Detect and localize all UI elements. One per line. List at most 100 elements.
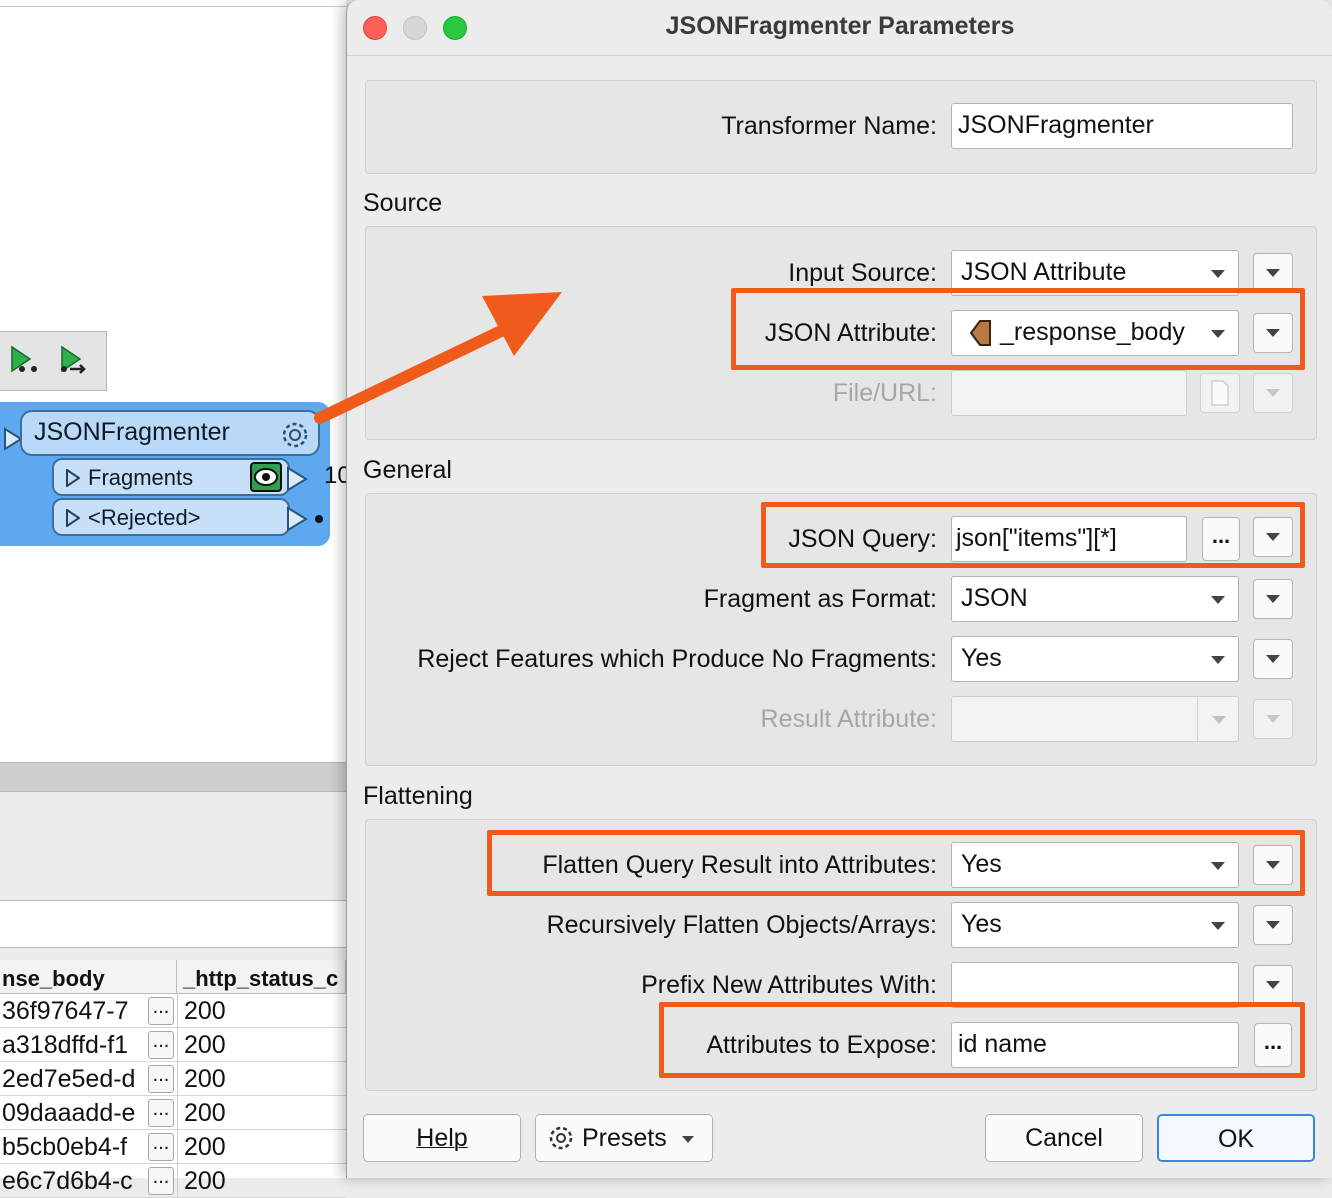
table-row[interactable]: a318dffd-f1 ... 200 — [0, 1028, 346, 1062]
prefix-label: Prefix New Attributes With: — [641, 971, 937, 999]
presets-label: Presets — [582, 1124, 667, 1152]
input-source-menu-button[interactable] — [1253, 253, 1293, 293]
chevron-down-icon — [1266, 981, 1280, 989]
output-port-rejected[interactable]: <Rejected> — [52, 498, 290, 536]
flatten-query-select[interactable]: Yes — [951, 842, 1239, 888]
prefix-input[interactable] — [951, 962, 1239, 1008]
jsonfragmenter-transformer[interactable]: JSONFragmenter Fragments <Rejected> — [0, 402, 330, 546]
reject-features-label: Reject Features which Produce No Fragmen… — [417, 645, 937, 673]
chevron-down-icon — [1266, 595, 1280, 603]
table-row[interactable]: b5cb0eb4-f ... 200 — [0, 1130, 346, 1164]
transformer-header[interactable]: JSONFragmenter — [20, 410, 320, 456]
parameters-dialog: JSONFragmenter Parameters Transformer Na… — [346, 0, 1332, 1178]
attribute-icon — [970, 320, 991, 346]
cell-ellipsis-button[interactable]: ... — [148, 1065, 174, 1093]
chevron-down-icon — [1266, 655, 1280, 663]
ok-button[interactable]: OK — [1157, 1114, 1315, 1162]
column-header[interactable]: nse_body — [0, 960, 177, 994]
section-title-source: Source — [363, 189, 443, 217]
expose-attributes-input[interactable]: id name — [951, 1022, 1239, 1068]
cancel-button[interactable]: Cancel — [985, 1114, 1143, 1162]
chevron-down-icon — [1266, 329, 1280, 337]
file-url-label: File/URL: — [832, 379, 937, 407]
cell-ellipsis-button[interactable]: ... — [148, 1031, 174, 1059]
json-attribute-select[interactable]: _response_body — [951, 310, 1239, 356]
dialog-titlebar[interactable]: JSONFragmenter Parameters — [347, 0, 1332, 56]
status-cell: 200 — [184, 1133, 226, 1161]
fragment-format-label: Fragment as Format: — [703, 585, 937, 613]
expand-triangle-icon[interactable] — [66, 469, 80, 487]
json-attribute-value: _response_body — [1000, 318, 1185, 346]
document-icon — [1211, 380, 1229, 406]
pane-splitter[interactable] — [0, 762, 346, 792]
table-row[interactable]: 2ed7e5ed-d ... 200 — [0, 1062, 346, 1096]
input-source-select[interactable]: JSON Attribute — [951, 250, 1239, 296]
fragment-format-select[interactable]: JSON — [951, 576, 1239, 622]
file-url-menu-button — [1253, 373, 1293, 413]
chevron-down-icon — [1211, 862, 1225, 870]
gear-icon[interactable] — [278, 418, 312, 452]
json-query-label: JSON Query: — [788, 525, 937, 553]
chevron-down-icon — [1211, 656, 1225, 664]
workspace-canvas[interactable]: JSONFragmenter Fragments <Rejected> 10 — [0, 0, 351, 762]
column-separator — [177, 1096, 178, 1130]
result-attribute-label: Result Attribute: — [760, 705, 937, 733]
json-query-menu-button[interactable] — [1253, 517, 1293, 557]
cell-ellipsis-button[interactable]: ... — [148, 1099, 174, 1127]
chevron-down-icon — [1266, 533, 1280, 541]
column-header[interactable]: _http_status_c — [177, 960, 346, 994]
run-to-this-icon[interactable] — [8, 344, 42, 378]
run-from-this-icon[interactable] — [56, 344, 90, 378]
help-button[interactable]: Help — [363, 1114, 521, 1162]
dialog-title: JSONFragmenter Parameters — [665, 12, 1015, 40]
recursive-flatten-select[interactable]: Yes — [951, 902, 1239, 948]
fragment-format-value: JSON — [961, 584, 1028, 612]
transformer-name: JSONFragmenter — [34, 418, 230, 446]
json-query-editor-button[interactable]: ... — [1202, 517, 1240, 561]
file-url-input — [951, 370, 1187, 416]
column-separator — [177, 994, 178, 1028]
cell-ellipsis-button[interactable]: ... — [148, 997, 174, 1025]
canvas-divider — [0, 6, 346, 7]
reject-features-value: Yes — [961, 644, 1002, 672]
table-row[interactable]: 09daaadd-e ... 200 — [0, 1096, 346, 1130]
input-source-label: Input Source: — [788, 259, 937, 287]
cell-ellipsis-button[interactable]: ... — [148, 1133, 174, 1161]
json-attribute-label: JSON Attribute: — [764, 319, 937, 347]
cell-ellipsis-button[interactable]: ... — [148, 1167, 174, 1195]
chevron-down-icon — [1212, 716, 1226, 724]
status-cell: 200 — [184, 1167, 226, 1195]
expose-attributes-editor-button[interactable]: ... — [1254, 1023, 1292, 1067]
table-row[interactable]: 36f97647-7 ... 200 — [0, 994, 346, 1028]
presets-button[interactable]: Presets — [535, 1114, 713, 1162]
status-cell: 200 — [184, 997, 226, 1025]
body-cell: 09daaadd-e — [2, 1099, 136, 1127]
table-row[interactable]: e6c7d6b4-c ... 200 — [0, 1164, 346, 1198]
lower-pane — [0, 792, 346, 900]
chevron-down-icon — [1211, 330, 1225, 338]
result-attribute-menu-button — [1253, 699, 1293, 739]
json-query-input[interactable]: json["items"][*] — [951, 516, 1187, 562]
output-connector-icon — [287, 506, 323, 532]
feature-inspect-icon[interactable] — [250, 462, 282, 492]
fragment-format-menu-button[interactable] — [1253, 579, 1293, 619]
status-cell: 200 — [184, 1099, 226, 1127]
transformer-name-input[interactable]: JSONFragmenter — [951, 103, 1293, 149]
chevron-down-icon — [682, 1136, 694, 1143]
port-label: Fragments — [88, 465, 194, 490]
reject-features-select[interactable]: Yes — [951, 636, 1239, 682]
expose-attributes-label: Attributes to Expose: — [706, 1031, 937, 1059]
recursive-flatten-menu-button[interactable] — [1253, 905, 1293, 945]
table-filter-bar[interactable] — [0, 900, 346, 948]
recursive-flatten-label: Recursively Flatten Objects/Arrays: — [546, 911, 937, 939]
json-attribute-menu-button[interactable] — [1253, 313, 1293, 353]
reject-features-menu-button[interactable] — [1253, 639, 1293, 679]
expand-triangle-icon[interactable] — [66, 509, 80, 527]
flatten-query-menu-button[interactable] — [1253, 845, 1293, 885]
run-toolbar — [0, 331, 107, 391]
body-cell: a318dffd-f1 — [2, 1031, 129, 1059]
prefix-menu-button[interactable] — [1253, 965, 1293, 1005]
status-cell: 200 — [184, 1065, 226, 1093]
body-cell: 36f97647-7 — [2, 997, 129, 1025]
section-title-flattening: Flattening — [363, 782, 473, 810]
